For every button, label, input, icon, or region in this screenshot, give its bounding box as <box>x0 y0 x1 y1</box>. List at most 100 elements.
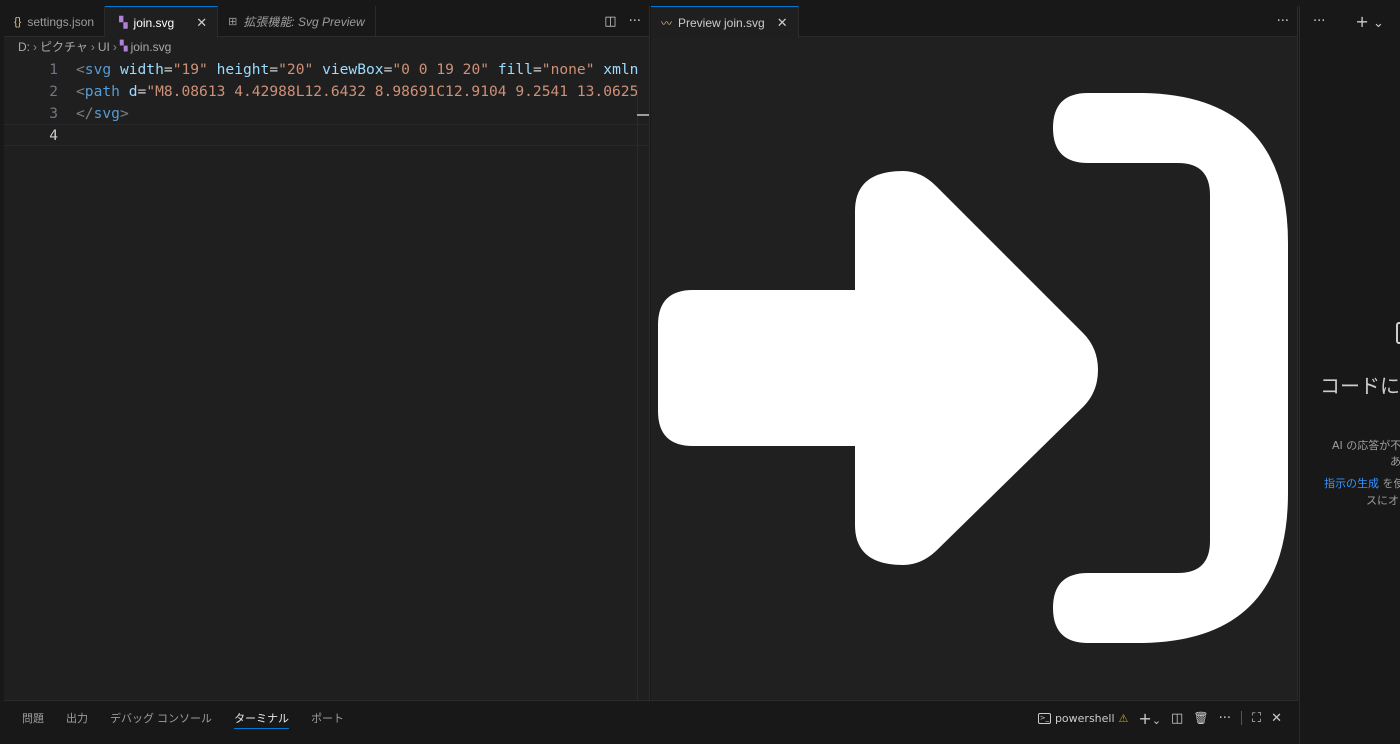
minimap-slider[interactable] <box>637 114 649 116</box>
code-token: = <box>532 60 542 78</box>
chevron-down-icon: ⌄ <box>1151 713 1162 727</box>
tab-settings-json[interactable]: {} settings.json <box>4 6 106 37</box>
tab-output[interactable]: 出力 <box>66 710 88 726</box>
breadcrumb-item[interactable]: ピクチャ <box>40 38 88 55</box>
tab-preview-join-svg[interactable]: 〰 Preview join.svg ✕ <box>651 6 799 38</box>
tab-label: 拡張機能: Svg Preview <box>243 15 365 29</box>
chat-note: スにオン <box>1366 494 1400 507</box>
close-icon[interactable]: ✕ <box>1271 711 1282 726</box>
extension-icon: ⊞ <box>228 16 238 28</box>
chevron-right-icon: › <box>33 39 37 54</box>
new-terminal-button[interactable]: +⌄ <box>1138 709 1161 728</box>
shell-name: powershell <box>1054 711 1115 725</box>
chevron-right-icon: › <box>112 39 117 54</box>
new-chat-button[interactable]: + ⌄ <box>1355 12 1383 31</box>
divider <box>1240 711 1242 725</box>
breadcrumb-item[interactable]: join.svg <box>131 40 172 54</box>
line-text: <path d="M8.08613 4.42988L12.6432 8.9869… <box>76 83 638 100</box>
code-token: = <box>163 60 173 78</box>
code-token: width <box>119 60 164 78</box>
split-terminal-icon[interactable]: ◫ <box>1171 711 1183 726</box>
code-token: height <box>216 60 270 78</box>
svg-file-icon: ▚ <box>119 17 128 29</box>
breadcrumb-item[interactable]: D: <box>18 40 30 54</box>
chat-icon <box>1396 322 1400 344</box>
code-token: svg <box>84 60 120 78</box>
line-number: 2 <box>49 82 58 100</box>
generate-instructions-link[interactable]: 指示の生成 <box>1324 477 1379 490</box>
more-actions-icon[interactable]: ··· <box>1313 14 1325 29</box>
line-number: 1 <box>49 60 58 78</box>
code-line[interactable]: 3 </svg> <box>4 102 649 124</box>
chat-link-line: 指示の生成 を使 <box>1324 475 1400 491</box>
code-line[interactable]: 4 <box>4 124 649 146</box>
code-line[interactable]: 2 <path d="M8.08613 4.42988L12.6432 8.986… <box>4 80 649 102</box>
code-token: < <box>76 60 85 78</box>
code-token: viewBox <box>322 60 384 78</box>
tab-label: settings.json <box>27 14 95 29</box>
minimap-border <box>637 86 638 700</box>
code-token: fill <box>497 60 533 78</box>
chat-note: あ <box>1390 455 1400 468</box>
editor-actions: ◫ ··· <box>604 6 641 37</box>
panel-actions: >_ powershell ⚠ +⌄ ◫ 🗑 ··· ⛶ ✕ <box>1037 701 1282 735</box>
join-arrow-graphic <box>658 93 1288 643</box>
editor-tabbar: {} settings.json ▚ join.svg ✕ ⊞ 拡張機能: Sv… <box>4 6 649 38</box>
more-actions-icon[interactable]: ··· <box>1277 14 1289 29</box>
close-icon[interactable]: ✕ <box>196 15 207 31</box>
preview-tabbar: 〰 Preview join.svg ✕ ··· <box>651 6 1297 38</box>
code-token: path <box>84 82 129 100</box>
tab-terminal[interactable]: ターミナル <box>234 710 290 729</box>
editor-group: {} settings.json ▚ join.svg ✕ ⊞ 拡張機能: Sv… <box>4 6 650 700</box>
tab-join-svg[interactable]: ▚ join.svg ✕ <box>105 6 219 38</box>
preview-icon: 〰 <box>661 17 672 30</box>
panel-tabs: 問題 出力 デバッグ コンソール ターミナル ポート <box>22 701 344 735</box>
code-token: "M8.08613 4.42988L12.6432 8.98691C12.910… <box>146 82 639 100</box>
code-token: "0 0 19 20" <box>392 60 498 78</box>
code-token: = <box>269 60 279 78</box>
code-line[interactable]: 1 <svg width="19" height="20" viewBox="0 … <box>4 58 649 80</box>
tab-label: join.svg <box>133 15 175 30</box>
terminal-icon: >_ <box>1037 712 1051 724</box>
chat-title: コードに関 <box>1320 374 1400 398</box>
code-token: = <box>137 82 147 100</box>
chat-note: を使 <box>1382 477 1400 490</box>
chat-panel: ··· + ⌄ コードに関 AI の応答が不 あ 指示の生成 を使 スにオン <box>1299 6 1400 744</box>
code-token: </ <box>76 104 94 122</box>
svg-file-icon: ▚ <box>119 41 128 52</box>
line-text: <svg width="19" height="20" viewBox="0 0… <box>76 61 638 78</box>
close-icon[interactable]: ✕ <box>777 15 788 31</box>
tab-label: Preview join.svg <box>678 15 765 30</box>
trash-icon[interactable]: 🗑 <box>1193 711 1208 725</box>
code-token: < <box>76 82 85 100</box>
more-actions-icon[interactable]: ··· <box>1219 711 1231 726</box>
line-number: 4 <box>49 126 58 144</box>
more-actions-icon[interactable]: ··· <box>629 14 641 29</box>
code-token: d <box>128 82 138 100</box>
tab-debug-console[interactable]: デバッグ コンソール <box>110 710 212 726</box>
code-token: > <box>119 104 129 122</box>
json-file-icon: {} <box>14 15 22 28</box>
chevron-down-icon: ⌄ <box>1372 16 1384 31</box>
plus-icon: + <box>1355 12 1369 31</box>
preview-group: 〰 Preview join.svg ✕ ··· <box>651 6 1298 700</box>
line-text: </svg> <box>76 105 129 122</box>
tab-extension-svg-preview[interactable]: ⊞ 拡張機能: Svg Preview <box>218 6 376 37</box>
code-token: "20" <box>278 60 323 78</box>
svg-preview-canvas[interactable] <box>651 37 1297 700</box>
chevron-right-icon: › <box>90 39 95 54</box>
code-editor[interactable]: 1 <svg width="19" height="20" viewBox="0 … <box>4 58 649 700</box>
terminal-shell-selector[interactable]: >_ powershell ⚠ <box>1037 711 1128 725</box>
tab-ports[interactable]: ポート <box>311 710 344 726</box>
maximize-icon[interactable]: ⛶ <box>1252 711 1261 726</box>
line-number: 3 <box>49 104 58 122</box>
code-token: svg <box>93 104 120 122</box>
split-editor-icon[interactable]: ◫ <box>604 14 616 29</box>
tab-problems[interactable]: 問題 <box>22 710 44 726</box>
code-token: "19" <box>172 60 217 78</box>
code-token: xmln <box>603 60 639 78</box>
chat-note: AI の応答が不 <box>1332 439 1400 452</box>
breadcrumb-item[interactable]: UI <box>98 40 110 54</box>
chat-toolbar: ··· + ⌄ <box>1300 6 1400 37</box>
bottom-panel: 問題 出力 デバッグ コンソール ターミナル ポート >_ powershell… <box>4 700 1298 744</box>
